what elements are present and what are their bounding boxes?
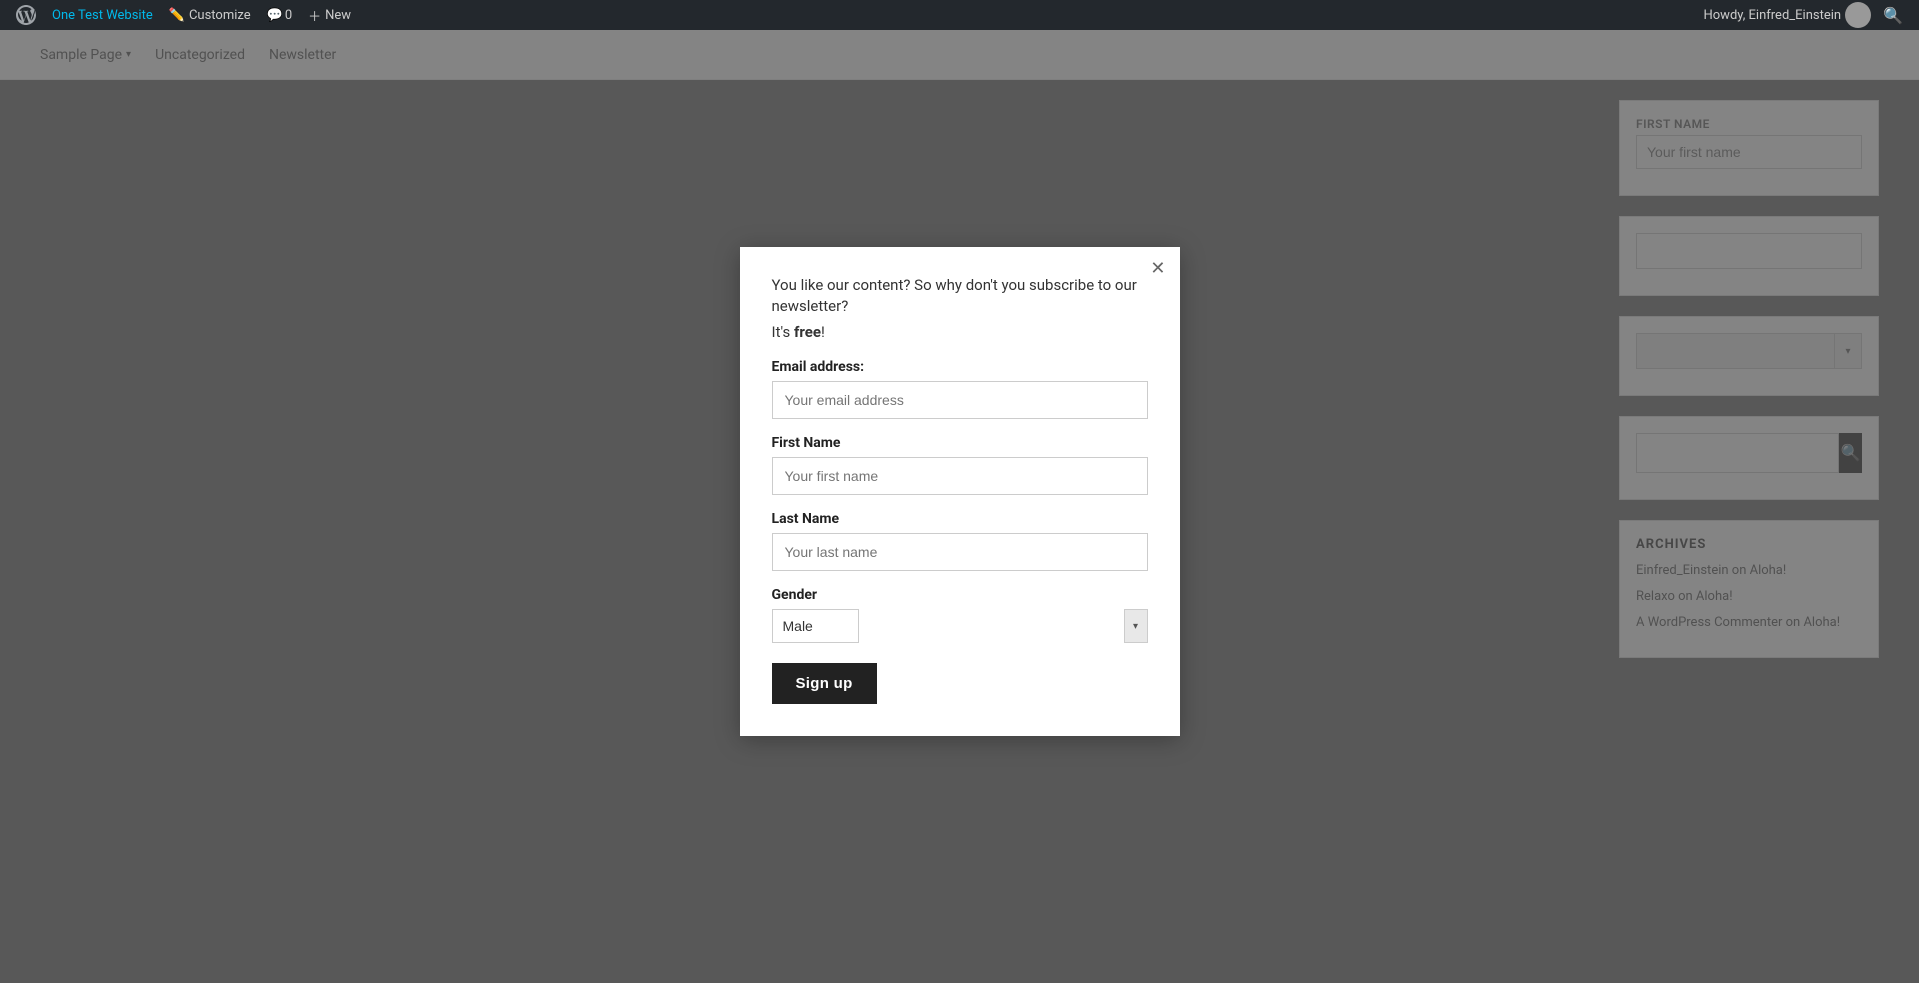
modal-overlay: ✕ You like our content? So why don't you… — [0, 0, 1919, 983]
admin-bar: One Test Website ✏️ Customize 💬 0 ＋ New … — [0, 0, 1919, 30]
close-icon: ✕ — [1150, 258, 1165, 278]
email-label: Email address: — [772, 359, 1148, 375]
customize-button[interactable]: ✏️ Customize — [161, 0, 259, 30]
gender-select-wrap: Male Female Other ▾ — [772, 609, 1148, 643]
gender-label: Gender — [772, 587, 1148, 603]
adminbar-right: Howdy, Einfred_Einstein 🔍 — [1703, 2, 1911, 28]
admin-search-icon[interactable]: 🔍 — [1875, 6, 1911, 25]
first-name-label: First Name — [772, 435, 1148, 451]
newsletter-modal: ✕ You like our content? So why don't you… — [740, 247, 1180, 736]
comments-button[interactable]: 💬 0 — [259, 0, 301, 30]
subline-suffix: ! — [821, 323, 825, 341]
sign-up-button[interactable]: Sign up — [772, 663, 877, 704]
gender-select[interactable]: Male Female Other — [772, 609, 859, 643]
subline-bold: free — [794, 323, 821, 341]
wp-logo-button[interactable] — [8, 0, 44, 30]
modal-close-button[interactable]: ✕ — [1150, 259, 1165, 277]
email-input[interactable] — [772, 381, 1148, 419]
modal-headline: You like our content? So why don't you s… — [772, 275, 1148, 317]
first-name-input[interactable] — [772, 457, 1148, 495]
chevron-down-icon: ▾ — [1124, 609, 1148, 643]
modal-subline: It's free! — [772, 323, 1148, 341]
subline-prefix: It's — [772, 323, 795, 341]
last-name-label: Last Name — [772, 511, 1148, 527]
howdy-text: Howdy, Einfred_Einstein — [1703, 8, 1841, 23]
site-name-button[interactable]: One Test Website — [44, 0, 161, 30]
avatar — [1845, 2, 1871, 28]
last-name-input[interactable] — [772, 533, 1148, 571]
new-content-button[interactable]: ＋ New — [300, 0, 359, 30]
